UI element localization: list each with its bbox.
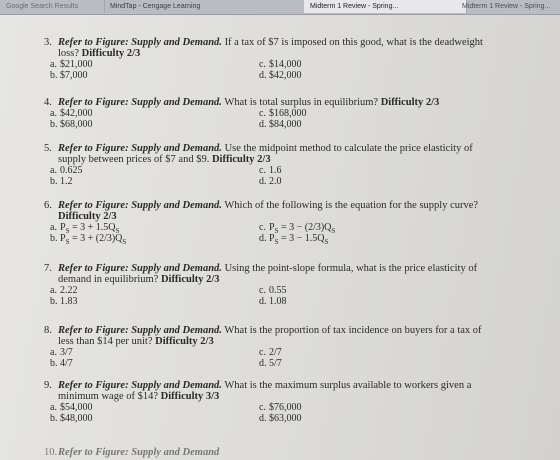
difficulty-label: Difficulty 2/3 [211, 154, 271, 165]
question-text: 8. Refer to Figure: Supply and Demand. Wh… [44, 325, 484, 347]
choice-a: a. $42,000 [50, 108, 93, 119]
question-number: 10. [44, 447, 58, 458]
choice-d: d. $63,000 [259, 413, 302, 424]
difficulty-label: Difficulty 3/3 [160, 391, 220, 402]
question-text: 4. Refer to Figure: Supply and Demand. Wh… [44, 97, 484, 108]
choice-d: d. 1.08 [259, 296, 287, 307]
choice-d: d. PS = 3 − 1.5QS [259, 233, 329, 246]
browser-tab-mindtap[interactable]: MindTap - Cengage Learning [104, 0, 305, 13]
choice-b: b. $68,000 [50, 119, 93, 130]
difficulty-label: Difficulty 2/3 [81, 48, 141, 59]
figure-reference: Refer to Figure: Supply and Demand. [58, 325, 222, 336]
choice-a: a. $54,000 [50, 402, 93, 413]
question-5: 5. Refer to Figure: Supply and Demand. Us… [44, 143, 484, 189]
browser-tab-search[interactable]: Google Search Results [0, 0, 105, 13]
choice-a: a. 2.22 [50, 285, 78, 296]
question-prompt: Which of the following is the equation f… [221, 200, 479, 211]
answer-choices: a. 0.625 b. 1.2 c. 1.6 d. 2.0 [44, 165, 484, 189]
choice-a: a. 3/7 [50, 347, 73, 358]
question-4: 4. Refer to Figure: Supply and Demand. Wh… [44, 97, 484, 132]
question-number: 6. [44, 200, 52, 211]
browser-tab-midterm-active[interactable]: Midterm 1 Review - Spring... [304, 0, 467, 13]
question-number: 7. [44, 263, 52, 274]
choice-b: b. PS = 3 + (2/3)QS [50, 233, 127, 246]
question-prompt: What is total surplus in equilibrium? [221, 97, 381, 108]
answer-choices: a. $54,000 b. $48,000 c. $76,000 d. $63,000 [44, 402, 484, 426]
figure-reference: Refer to Figure: Supply and Demand. [58, 37, 222, 48]
answer-choices: a. PS = 3 + 1.5QS b. PS = 3 + (2/3)QS c. PS… [44, 222, 484, 246]
question-8: 8. Refer to Figure: Supply and Demand. Wh… [44, 325, 484, 371]
choice-c: c. $76,000 [259, 402, 302, 413]
difficulty-label: Difficulty 2/3 [160, 274, 220, 285]
choice-d: d. $42,000 [259, 70, 302, 81]
question-number: 5. [44, 143, 52, 154]
question-number: 4. [44, 97, 52, 108]
choice-c: c. 1.6 [259, 165, 282, 176]
difficulty-label: Difficulty 2/3 [58, 211, 117, 222]
browser-tab-bar: Google Search Results MindTap - Cengage … [0, 0, 560, 15]
question-text: 10.Refer to Figure: Supply and Demand [44, 447, 484, 458]
answer-choices: a. $42,000 b. $68,000 c. $168,000 d. $84,000 [44, 108, 484, 132]
answer-choices: a. 2.22 b. 1.83 c. 0.55 d. 1.08 [44, 285, 484, 309]
difficulty-label: Difficulty 2/3 [380, 97, 440, 108]
choice-a: a. 0.625 [50, 165, 83, 176]
browser-tab-midterm[interactable]: Midterm 1 Review - Spring... [456, 0, 560, 13]
choice-d: d. $84,000 [259, 119, 302, 130]
tab-label: Midterm 1 Review - Spring... [310, 3, 399, 10]
answer-choices: a. 3/7 b. 4/7 c. 2/7 d. 5/7 [44, 347, 484, 371]
choice-c: c. 2/7 [259, 347, 282, 358]
document-page: 3. Refer to Figure: Supply and Demand. If… [0, 15, 560, 460]
figure-reference: Refer to Figure: Supply and Demand. [58, 143, 222, 154]
question-text: 7. Refer to Figure: Supply and Demand. Us… [44, 263, 484, 285]
figure-reference: Refer to Figure: Supply and Demand. [58, 263, 222, 274]
question-6: 6. Refer to Figure: Supply and Demand. Wh… [44, 200, 484, 246]
choice-c: c. $14,000 [259, 59, 302, 70]
choice-b: b. 1.2 [50, 176, 73, 187]
answer-choices: a. $21,000 b. $7,000 c. $14,000 d. $42,000 [44, 59, 484, 83]
question-text: 3. Refer to Figure: Supply and Demand. If… [44, 37, 484, 59]
tab-label: Google Search Results [6, 3, 78, 10]
question-9: 9. Refer to Figure: Supply and Demand. Wh… [44, 380, 484, 426]
question-number: 8. [44, 325, 52, 336]
figure-reference: Refer to Figure: Supply and Demand. [58, 200, 222, 211]
difficulty-label: Difficulty 2/3 [155, 336, 214, 347]
choice-b: b. $7,000 [50, 70, 88, 81]
question-text: 9. Refer to Figure: Supply and Demand. Wh… [44, 380, 484, 402]
choice-c: c. $168,000 [259, 108, 307, 119]
choice-c: c. 0.55 [259, 285, 287, 296]
question-3: 3. Refer to Figure: Supply and Demand. If… [44, 37, 484, 83]
figure-reference: Refer to Figure: Supply and Demand. [58, 97, 222, 108]
choice-b: b. 4/7 [50, 358, 73, 369]
tab-label: Midterm 1 Review - Spring... [462, 3, 551, 10]
figure-reference: Refer to Figure: Supply and Demand. [58, 380, 222, 391]
question-number: 3. [44, 37, 52, 48]
choice-d: d. 5/7 [259, 358, 282, 369]
question-7: 7. Refer to Figure: Supply and Demand. Us… [44, 263, 484, 309]
choice-b: b. 1.83 [50, 296, 78, 307]
question-text: 5. Refer to Figure: Supply and Demand. Us… [44, 143, 484, 165]
choice-a: a. $21,000 [50, 59, 93, 70]
figure-reference: Refer to Figure: Supply and Demand [58, 447, 220, 458]
choice-b: b. $48,000 [50, 413, 93, 424]
question-text: 6. Refer to Figure: Supply and Demand. Wh… [44, 200, 484, 222]
choice-d: d. 2.0 [259, 176, 282, 187]
question-10-partial: 10.Refer to Figure: Supply and Demand [44, 447, 484, 458]
tab-label: MindTap - Cengage Learning [110, 3, 201, 10]
question-number: 9. [44, 380, 52, 391]
